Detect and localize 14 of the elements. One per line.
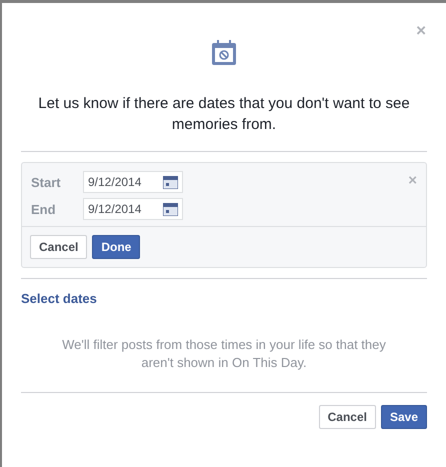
cancel-button[interactable]: Cancel xyxy=(30,235,88,259)
description-text: We'll filter posts from those times in your life so that they aren't shown in On This Day. xyxy=(61,336,387,372)
save-button[interactable]: Save xyxy=(380,405,427,429)
section-title: Select dates xyxy=(21,291,98,306)
date-field[interactable]: 9/12/2014 xyxy=(83,171,183,193)
calendar-icon[interactable] xyxy=(163,176,178,188)
calendar-blocked-icon xyxy=(212,40,236,65)
dialog-message: Let us know if there are dates that you don't want to see memories from. xyxy=(37,94,411,135)
date-field[interactable]: 9/12/2014 xyxy=(83,198,183,220)
cancel-button[interactable]: Cancel xyxy=(318,405,376,429)
field-label: End xyxy=(31,202,57,216)
calendar-icon[interactable] xyxy=(163,202,178,216)
done-button[interactable]: Done xyxy=(92,235,140,259)
field-label: Start xyxy=(31,174,62,190)
